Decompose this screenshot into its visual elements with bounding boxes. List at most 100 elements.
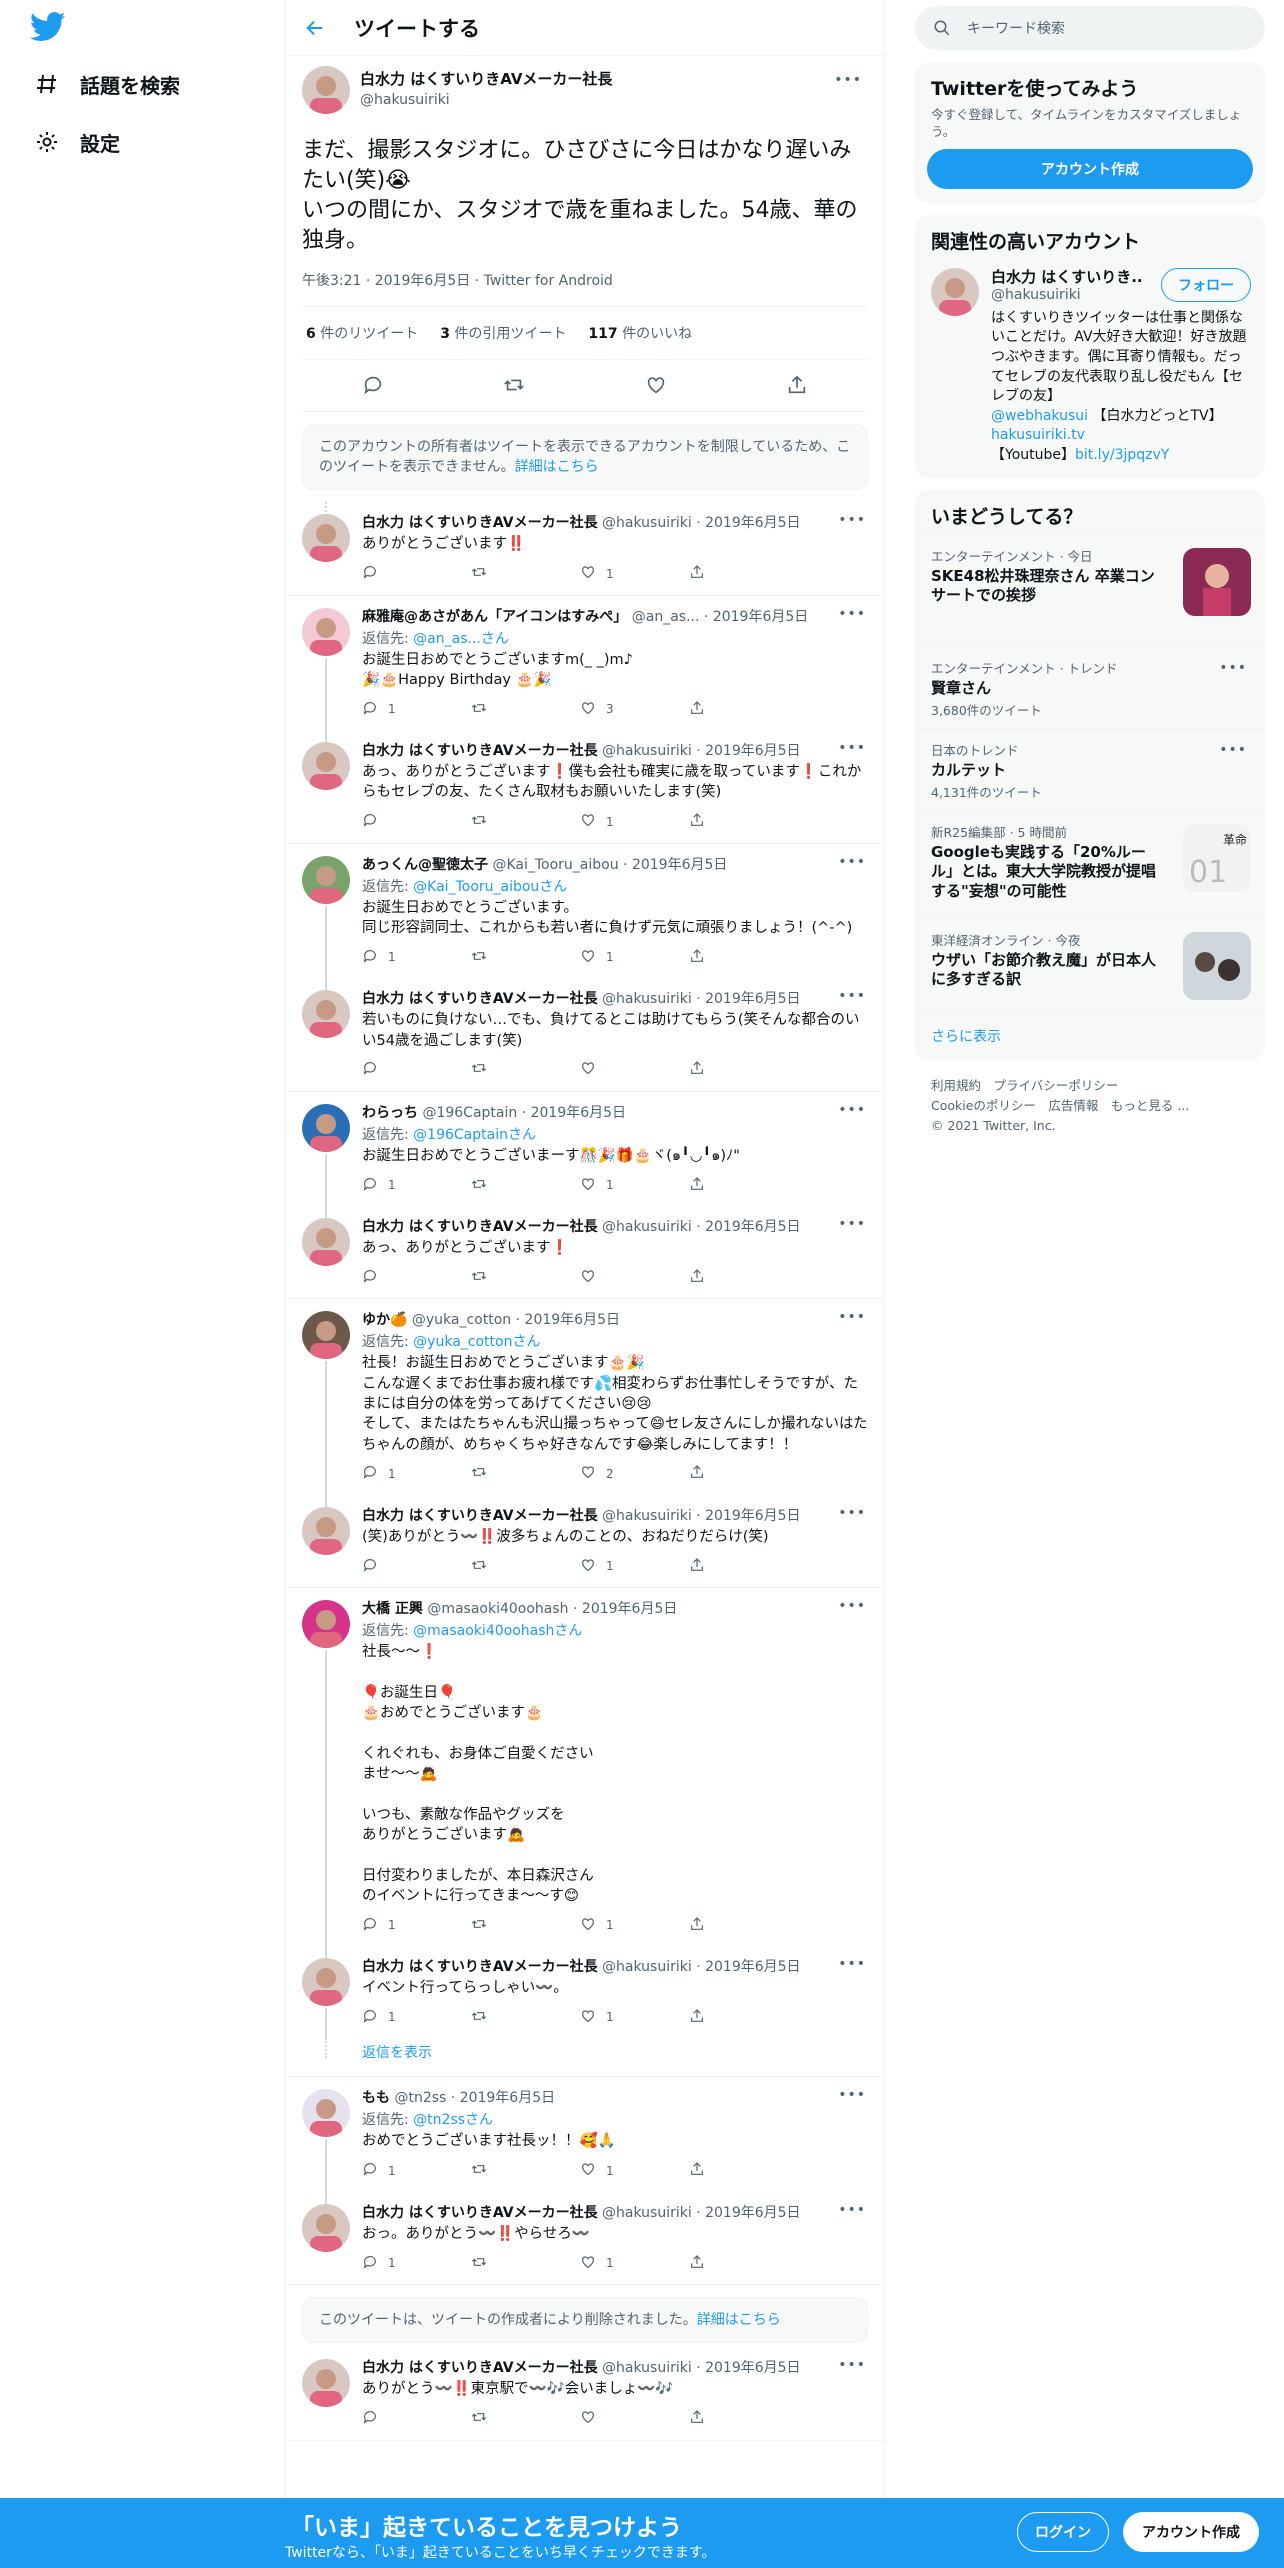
author-name[interactable]: 白水力 はくすいりきAVメーカー社長 (362, 515, 598, 531)
tweet-date[interactable]: 2019年6月5日 (525, 1312, 620, 1328)
tweet-date[interactable]: 2019年6月5日 (460, 2090, 555, 2106)
follow-button[interactable]: フォロー (1161, 267, 1251, 302)
more-icon[interactable]: ••• (838, 1309, 866, 1325)
more-icon[interactable]: ••• (838, 512, 866, 528)
reply-to-handle[interactable]: @196Captain (413, 1127, 508, 1143)
retweet-button[interactable] (471, 1464, 580, 1483)
avatar[interactable] (931, 267, 979, 316)
author-name[interactable]: 白水力 はくすいりきAVメーカー社長 (362, 1959, 598, 1975)
trend-item[interactable]: エンターテインメント · 今日 SKE48松井珠理奈さん 卒業コンサートでの挨拶 (915, 534, 1265, 647)
share-button[interactable] (689, 1268, 798, 1287)
learn-more-link[interactable]: 詳細はこちら (515, 459, 599, 475)
share-button[interactable] (689, 812, 798, 831)
more-icon[interactable]: ••• (838, 2202, 866, 2218)
avatar[interactable] (302, 1311, 350, 1360)
author-name[interactable]: 大橋 正興 (362, 1601, 423, 1617)
retweet-button[interactable] (471, 1060, 580, 1079)
share-button[interactable] (689, 1176, 798, 1195)
author-handle[interactable]: @hakusuiriki (602, 743, 692, 759)
like-button[interactable]: 1 (580, 2008, 689, 2027)
author-handle[interactable]: @hakusuiriki (360, 92, 612, 108)
author-name[interactable]: わらっち (362, 1105, 418, 1121)
create-account-button[interactable]: アカウント作成 (927, 148, 1253, 189)
author-handle[interactable]: @196Captain (422, 1105, 517, 1121)
tweet-date[interactable]: 2019年6月5日 (582, 1601, 677, 1617)
reply-to-handle[interactable]: @Kai_Tooru_aibou (413, 879, 539, 895)
more-icon[interactable]: ••• (838, 854, 866, 870)
share-button[interactable] (689, 1557, 798, 1576)
likes-stat[interactable]: 117 件のいいね (588, 323, 692, 343)
author-name[interactable]: 白水力 はくすいりきAVメーカー社長 (362, 1508, 598, 1524)
reply-button[interactable]: 1 (362, 700, 471, 719)
like-button[interactable]: 1 (580, 2254, 689, 2273)
show-more-link[interactable]: さらに表示 (915, 1010, 1265, 1060)
tweet-date[interactable]: 2019年6月5日 (705, 515, 800, 531)
retweet-button[interactable] (471, 1268, 580, 1287)
more-icon[interactable]: ••• (1219, 742, 1247, 758)
reply-tweet[interactable]: もも @tn2ss · 2019年6月5日 ••• 返信先: @tn2ssさん おめで… (286, 2077, 884, 2192)
footer-links-1[interactable]: 利用規約 プライバシーポリシー (931, 1076, 1249, 1096)
reply-button[interactable]: 1 (362, 2008, 471, 2027)
more-icon[interactable]: ••• (838, 988, 866, 1004)
retweet-button[interactable] (471, 2161, 580, 2180)
more-icon[interactable]: ••• (838, 1956, 866, 1972)
more-icon[interactable]: ••• (838, 2357, 866, 2373)
author-handle[interactable]: @hakusuiriki (602, 2205, 692, 2221)
trend-item[interactable]: エンターテインメント · トレンド 賢章さん 3,680件のツイート ••• (915, 646, 1265, 729)
avatar[interactable] (302, 514, 350, 563)
avatar[interactable] (302, 742, 350, 791)
retweet-button[interactable] (471, 700, 580, 719)
learn-more-link[interactable]: 詳細はこちら (697, 2312, 781, 2328)
nav-settings[interactable]: 設定 (34, 122, 120, 162)
reply-tweet[interactable]: 白水力 はくすいりきAVメーカー社長 @hakusuiriki · 2019年6… (286, 1946, 884, 2039)
share-button[interactable] (689, 948, 798, 967)
author-name[interactable]: 白水力 はくすいりきAVメーカー社長 (362, 991, 598, 1007)
retweet-button[interactable] (471, 2008, 580, 2027)
tweet-date[interactable]: 2019年6月5日 (705, 2360, 800, 2376)
tweet-date[interactable]: 2019年6月5日 (531, 1105, 626, 1121)
reply-button[interactable] (362, 2409, 471, 2428)
author-handle[interactable]: @hakusuiriki (602, 1219, 692, 1235)
reply-button[interactable]: 1 (362, 948, 471, 967)
like-button[interactable]: 1 (580, 564, 689, 583)
reply-to-handle[interactable]: @an_as... (413, 631, 481, 647)
author-handle[interactable]: @hakusuiriki (602, 1508, 692, 1524)
twitter-logo-icon[interactable] (29, 12, 66, 44)
avatar[interactable] (302, 2359, 350, 2408)
share-button[interactable] (689, 2254, 798, 2273)
reply-tweet[interactable]: 白水力 はくすいりきAVメーカー社長 @hakusuiriki · 2019年6… (286, 1494, 884, 1587)
avatar[interactable] (302, 66, 350, 114)
retweet-button[interactable] (471, 812, 580, 831)
login-button[interactable]: ログイン (1017, 2512, 1109, 2552)
more-icon[interactable]: ••• (838, 2087, 866, 2103)
author-name[interactable]: 白水力 はくすいりきAVメーカー社長 (362, 2205, 598, 2221)
tweet-date[interactable]: 2019年6月5日 (713, 609, 808, 625)
bio-link-site[interactable]: hakusuiriki.tv (991, 427, 1085, 443)
author-handle[interactable]: @an_as... (632, 609, 700, 625)
author-handle[interactable]: @hakusuiriki (602, 2360, 692, 2376)
like-button[interactable]: 1 (580, 1557, 689, 1576)
nav-explore[interactable]: 話題を検索 (34, 64, 180, 104)
share-button[interactable] (689, 2008, 798, 2027)
reply-button[interactable] (362, 1268, 471, 1287)
bio-link-youtube[interactable]: bit.ly/3jpqzvY (1075, 447, 1169, 463)
author-handle[interactable]: @hakusuiriki (602, 1959, 692, 1975)
reply-tweet[interactable]: 白水力 はくすいりきAVメーカー社長 @hakusuiriki · 2019年6… (286, 978, 884, 1091)
author-name[interactable]: ゆか🍊 (362, 1312, 407, 1328)
avatar[interactable] (302, 1506, 350, 1555)
retweet-button[interactable] (471, 2254, 580, 2273)
more-icon[interactable]: ••• (838, 1216, 866, 1232)
author-handle[interactable]: @hakusuiriki (602, 515, 692, 531)
tweet-meta[interactable]: 午後3:21 · 2019年6月5日 · Twitter for Android (302, 270, 868, 307)
like-icon[interactable] (645, 374, 667, 396)
tweet-date[interactable]: 2019年6月5日 (705, 1959, 800, 1975)
author-handle[interactable]: @masaoki40oohash (427, 1601, 568, 1617)
share-button[interactable] (689, 1916, 798, 1935)
author-handle[interactable]: @Kai_Tooru_aibou (492, 857, 618, 873)
more-icon[interactable]: ••• (838, 1102, 866, 1118)
author-name[interactable]: 白水力 はくすいりきAVメーカー社長 (362, 743, 598, 759)
reply-tweet[interactable]: 白水力 はくすいりきAVメーカー社長 @hakusuiriki · 2019年6… (286, 1206, 884, 1298)
avatar[interactable] (302, 2089, 350, 2138)
reply-button[interactable] (362, 812, 471, 831)
retweet-button[interactable] (471, 1916, 580, 1935)
